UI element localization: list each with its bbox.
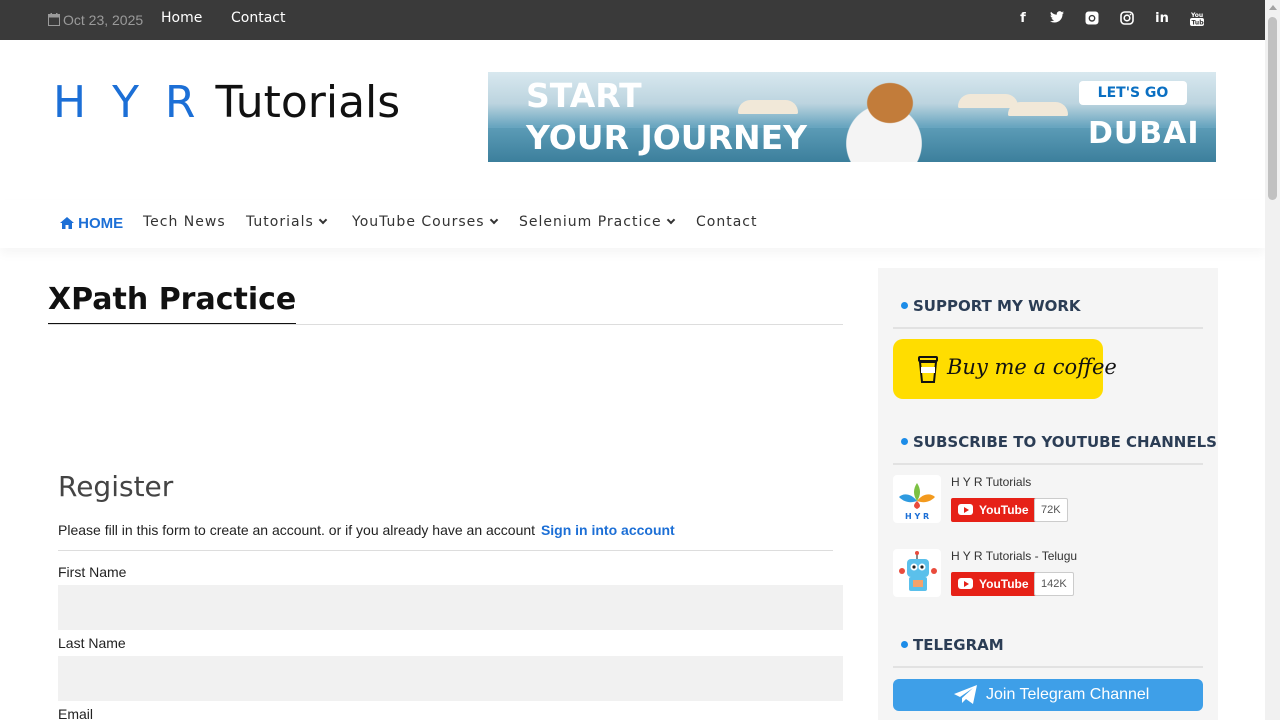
bullet-dot [901,641,908,648]
date-display: Oct 23, 2025 [48,12,143,28]
twitter-icon[interactable] [1049,11,1065,27]
banner-line1: START [526,76,642,115]
youtube-button-label: YouTube [979,577,1029,591]
bullet-dot [901,438,908,445]
email-label: Email [58,706,94,720]
nav-home[interactable]: HOME [60,215,123,232]
buy-me-a-coffee-button[interactable]: Buy me a coffee [893,339,1117,399]
youtube-subscribe-button[interactable]: YouTube [951,498,1037,522]
chevron-down-icon [489,215,498,225]
calendar-icon [48,13,60,26]
banner-brand: DUBAI [1088,116,1200,151]
instagram-icon[interactable] [1119,11,1135,27]
banner-cta[interactable]: LET'S GO [1079,81,1187,105]
telegram-icon [954,685,977,704]
nav-tutorials[interactable]: Tutorials [246,214,328,230]
youtube-play-icon [958,504,973,515]
nav-label: Tutorials [246,214,314,230]
banner-umbrella [958,94,1018,108]
nav-label: Contact [696,214,758,230]
last-name-label: Last Name [58,635,126,651]
support-heading: SUPPORT MY WORK [901,297,1081,315]
youtube-heading: SUBSCRIBE TO YOUTUBE CHANNELS [901,433,1217,451]
channel-thumb-text: H Y R [905,512,929,521]
title-divider [48,324,843,325]
top-link-home[interactable]: Home [161,10,202,26]
svg-text:Tube: Tube [1192,20,1205,27]
banner-umbrella [738,100,798,114]
bullet-dot [901,302,908,309]
chevron-down-icon [666,215,675,225]
nav-youtube-courses[interactable]: YouTube Courses [352,214,498,230]
logo-hyr: H Y R [53,77,202,128]
nav-label: Selenium Practice [519,214,662,230]
last-name-field[interactable] [58,656,843,701]
youtube-icon[interactable]: YouTube [1189,11,1208,27]
sidebar: SUPPORT MY WORK Buy me a coffee SUBSCRIB… [878,268,1218,720]
subscriber-count: 142K [1034,572,1074,596]
scroll-up-icon[interactable] [1269,5,1277,10]
youtube-subscribe-button[interactable]: YouTube [951,572,1037,596]
sign-in-link[interactable]: Sign in into account [541,522,675,538]
subscriber-count: 72K [1034,498,1068,522]
page-scrollbar[interactable] [1265,0,1280,720]
support-heading-text: SUPPORT MY WORK [913,297,1081,315]
logo-tutorials: Tutorials [215,77,401,128]
nav-label: Tech News [143,214,226,230]
youtube-play-icon [958,578,973,589]
nav-contact[interactable]: Contact [696,214,757,230]
channel-avatar-telugu[interactable] [893,549,941,597]
first-name-label: First Name [58,564,127,580]
widget-divider [893,666,1203,668]
youtube-button-label: YouTube [979,503,1029,517]
banner-line2: YOUR JOURNEY [526,118,808,157]
top-link-contact[interactable]: Contact [231,10,285,26]
intro-text: Please fill in this form to create an ac… [58,522,536,538]
coffee-cup-icon [918,356,938,383]
nav-home-label: HOME [78,215,124,232]
site-logo[interactable]: H Y R Tutorials [53,76,400,130]
youtube-heading-text: SUBSCRIBE TO YOUTUBE CHANNELS [913,433,1217,451]
form-divider [58,550,833,551]
telegram-label: Join Telegram Channel [986,686,1150,703]
svg-text:You: You [1190,12,1203,19]
github-icon[interactable] [1084,11,1100,27]
chevron-down-icon [318,215,328,225]
home-icon [60,217,74,229]
top-bar: Oct 23, 2025 Home Contact f in YouTube [0,0,1265,40]
nav-label: YouTube Courses [352,214,485,230]
first-name-field[interactable] [58,585,843,630]
register-intro: Please fill in this form to create an ac… [58,522,675,538]
banner-umbrella [1008,102,1068,116]
channel-avatar-hyr[interactable]: H Y R [893,475,941,523]
nav-tech-news[interactable]: Tech News [143,214,226,230]
channel-name: H Y R Tutorials - Telugu [951,549,1078,563]
linkedin-icon[interactable]: in [1154,11,1170,27]
banner-person-image [818,76,938,162]
widget-divider [893,327,1203,329]
date-text: Oct 23, 2025 [63,12,144,28]
page-title: XPath Practice [48,282,297,325]
facebook-icon[interactable]: f [1015,11,1031,27]
nav-selenium-practice[interactable]: Selenium Practice [519,214,675,230]
telegram-heading: TELEGRAM [901,636,1004,654]
scrollbar-thumb[interactable] [1268,17,1277,200]
telegram-heading-text: TELEGRAM [913,636,1004,654]
main-nav: HOME Tech News Tutorials YouTube Courses… [0,200,1265,248]
widget-divider [893,463,1203,465]
coffee-label: Buy me a coffee [947,355,1117,379]
channel-name: H Y R Tutorials [951,475,1032,489]
register-heading: Register [58,470,174,503]
join-telegram-button[interactable]: Join Telegram Channel [893,679,1203,711]
ad-banner[interactable]: START YOUR JOURNEY LET'S GO DUBAI [488,72,1216,162]
